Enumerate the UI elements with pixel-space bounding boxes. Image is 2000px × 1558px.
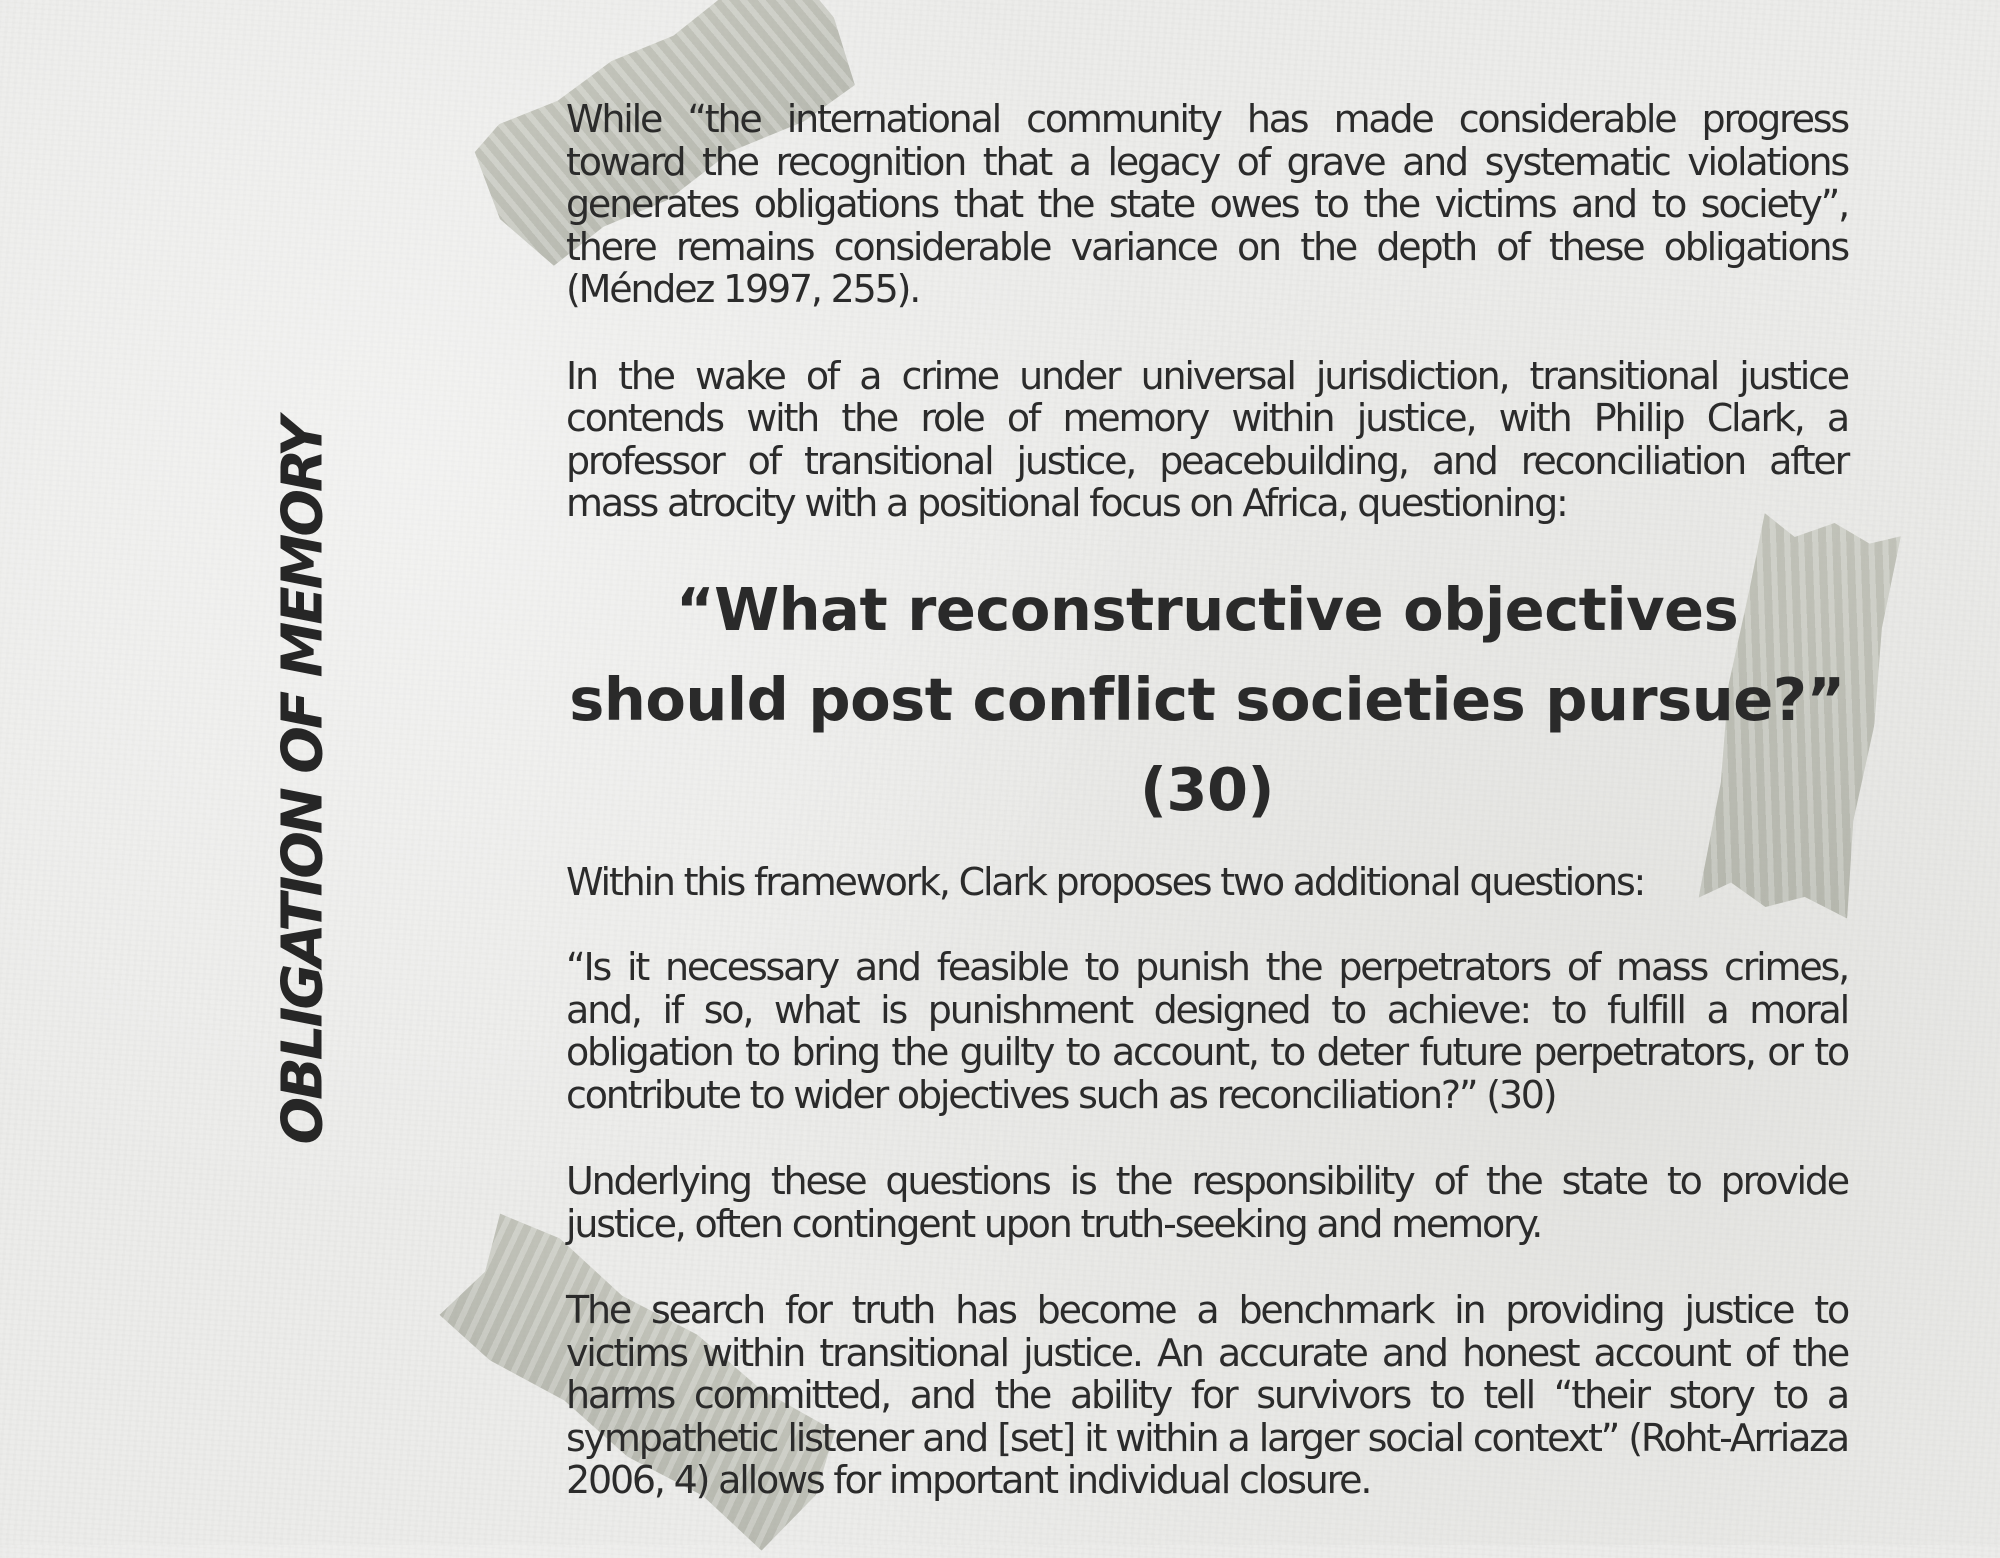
section-title: OBLIGATION OF MEMORY (270, 419, 336, 1145)
paragraph: In the wake of a crime under universal j… (566, 353, 1850, 525)
body-text: While “the international community has m… (566, 97, 1850, 1502)
paragraph: Within this framework, Clark proposes tw… (566, 859, 1646, 904)
pull-quote: “What reconstructive objectives should p… (569, 574, 1845, 824)
paragraph: The search for truth has become a benchm… (566, 1288, 1850, 1502)
paragraph: Underlying these questions is the respon… (566, 1159, 1850, 1246)
block-quote: “Is it necessary and feasible to punish … (566, 945, 1850, 1117)
paragraph: While “the international community has m… (566, 97, 1850, 311)
